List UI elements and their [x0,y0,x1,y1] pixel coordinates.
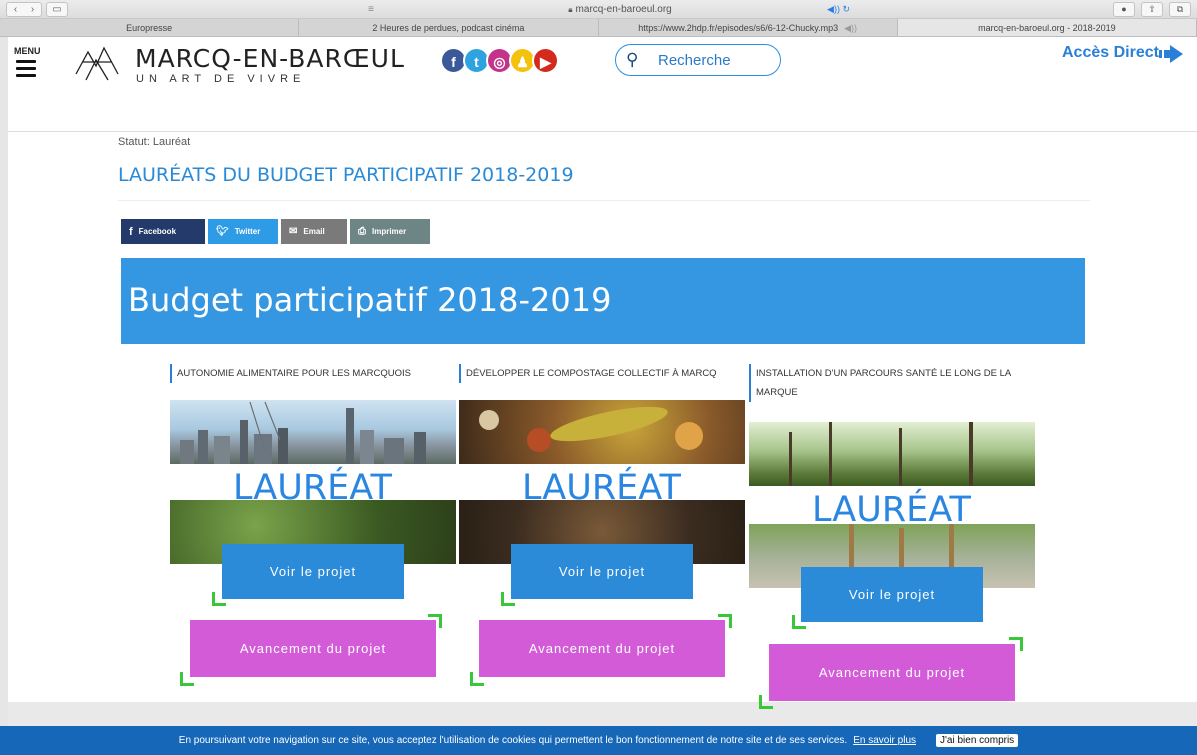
tab-chucky-mp3[interactable]: https://www.2hdp.fr/episodes/s6/6-12-Chu… [599,19,898,36]
project-1-avancement-button[interactable]: Avancement du projet [190,620,436,677]
print-icon: ⎙ [358,226,366,237]
youtube-icon[interactable]: ▶ [532,47,559,74]
search-placeholder: Recherche [658,52,731,69]
search-input[interactable]: ⚲ Recherche [615,44,781,76]
tab-europresse[interactable]: Europresse [0,19,300,36]
logo-horse-icon[interactable] [74,44,120,84]
project-1-photo-city[interactable] [170,400,456,464]
share-facebook-button[interactable]: f Facebook [121,219,205,244]
speaker-icon[interactable]: ◀)) [844,23,857,33]
url-text[interactable]: marcq-en-baroeul.org [576,4,672,15]
divider [118,200,1090,201]
reader-icon[interactable]: ≡ [368,2,374,17]
corner-decoration [212,592,226,606]
share-twitter-button[interactable]: 🐦︎ Twitter [208,219,278,244]
back-forward-buttons[interactable]: ‹ › [6,2,42,17]
project-3-title: INSTALLATION D'UN PARCOURS SANTÉ LE LONG… [749,364,1039,402]
corner-decoration [718,614,732,628]
page-title: LAURÉATS DU BUDGET PARTICIPATIF 2018-201… [118,164,574,186]
banner-title: Budget participatif 2018-2019 [128,281,612,319]
page-gutter [0,37,8,726]
project-2-voir-button[interactable]: Voir le projet [511,544,693,599]
lock-icon: 🔒︎ [568,5,573,14]
project-2-laureat: LAURÉAT [522,468,681,508]
corner-decoration [792,615,806,629]
corner-decoration [501,592,515,606]
tab-marcq[interactable]: marcq-en-baroeul.org - 2018-2019 [897,19,1197,36]
cookie-text: En poursuivant votre navigation sur ce s… [178,735,848,746]
sidebar-icon[interactable]: ▭ [46,2,68,17]
statut-text: Statut: Lauréat [118,136,191,148]
nav-buttons: ‹ › ▭ [6,2,68,17]
project-2-avancement-button[interactable]: Avancement du projet [479,620,725,677]
twitter-icon: 🐦︎ [216,226,229,237]
tabs-icon[interactable]: ⧉ [1169,2,1191,17]
address-bar[interactable]: ≡ 🔒︎ marcq-en-baroeul.org ◀)) ↻ [368,2,850,17]
corner-decoration [180,672,194,686]
sound-icon[interactable]: ◀)) ↻ [827,2,850,17]
share-print-button[interactable]: ⎙ Imprimer [350,219,430,244]
skyline-icon [180,401,426,464]
tab-bar: Europresse 2 Heures de perdues, podcast … [0,19,1197,37]
project-1-voir-button[interactable]: Voir le projet [222,544,404,599]
project-2-title: DÉVELOPPER LE COMPOSTAGE COLLECTIF À MAR… [459,364,744,383]
corner-decoration [470,672,484,686]
project-1-laureat: LAURÉAT [233,468,392,508]
cookie-banner: En poursuivant votre navigation sur ce s… [0,726,1197,755]
project-3-avancement-button[interactable]: Avancement du projet [769,644,1015,701]
acces-direct-link[interactable]: Accès Direct [1062,44,1159,62]
project-3-laureat: LAURÉAT [812,490,971,530]
hamburger-icon[interactable] [16,60,36,81]
arrow-right-icon[interactable] [1159,45,1183,63]
trees-icon [789,422,973,486]
corner-decoration [428,614,442,628]
back-icon[interactable]: ‹ [14,3,17,16]
compost-icon [479,406,703,452]
menu-label[interactable]: MENU [14,46,41,56]
corner-decoration [759,695,773,709]
cookie-accept-button[interactable]: J'ai bien compris [936,734,1019,747]
project-2-photo-compost[interactable] [459,400,745,464]
search-icon[interactable]: ⚲ [626,50,638,70]
browser-toolbar: ‹ › ▭ ≡ 🔒︎ marcq-en-baroeul.org ◀)) ↻ ● ⇧ … [0,0,1197,19]
project-3-photo-park[interactable] [749,422,1035,486]
share-icon[interactable]: ⇧ [1141,2,1163,17]
tab-2hdp[interactable]: 2 Heures de perdues, podcast cinéma [299,19,599,36]
email-icon: ✉ [289,226,298,237]
forward-icon[interactable]: › [31,3,34,16]
project-1-title: AUTONOMIE ALIMENTAIRE POUR LES MARCQUOIS [170,364,450,383]
logo-subtitle: UN ART DE VIVRE [136,73,306,85]
social-links: f t ◎ ♟ ▶ [440,47,559,74]
cookie-learn-more-link[interactable]: En savoir plus [853,735,916,746]
share-email-button[interactable]: ✉ Email [281,219,347,244]
extension-icon[interactable]: ● [1113,2,1135,17]
logo-title[interactable]: MARCQ-EN-BARŒUL [135,44,405,73]
facebook-icon: f [129,225,133,238]
corner-decoration [1009,637,1023,651]
project-3-voir-button[interactable]: Voir le projet [801,567,983,622]
